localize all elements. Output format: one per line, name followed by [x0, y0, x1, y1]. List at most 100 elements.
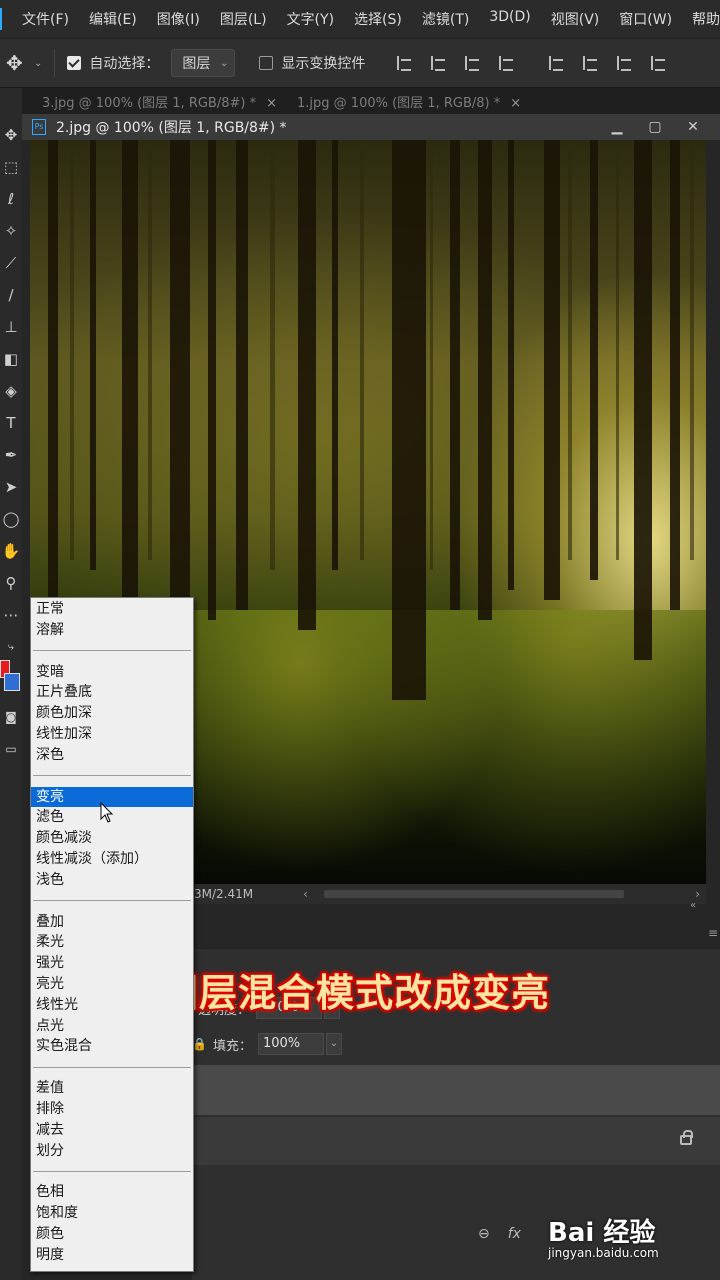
- auto-select-target-dropdown[interactable]: 图层 ⌄: [171, 49, 236, 77]
- align-bottom-icon[interactable]: [615, 54, 635, 72]
- lasso-icon[interactable]: ℓ: [0, 186, 22, 212]
- magic-wand-icon[interactable]: ✧: [0, 218, 22, 244]
- blend-mode-item[interactable]: 变暗: [31, 662, 193, 682]
- photoshop-logo-icon: Ps: [0, 8, 2, 30]
- menu-edit[interactable]: 编辑(E): [89, 9, 137, 29]
- move-icon[interactable]: ✥: [0, 122, 22, 148]
- blend-mode-item[interactable]: 饱和度: [31, 1203, 193, 1223]
- layer-lock-icon: [680, 1130, 693, 1145]
- blend-mode-item[interactable]: 深色: [31, 745, 193, 765]
- eyedropper-icon[interactable]: ⟋: [0, 250, 22, 276]
- blend-mode-item[interactable]: 减去: [31, 1120, 193, 1140]
- tool-preset-chevron-icon[interactable]: ⌄: [34, 58, 42, 69]
- scroll-left-icon[interactable]: ‹: [303, 887, 308, 901]
- align-middle-icon[interactable]: [581, 54, 601, 72]
- horizontal-scrollbar[interactable]: [323, 890, 624, 898]
- show-transform-checkbox[interactable]: [259, 56, 274, 70]
- blend-mode-item[interactable]: 亮光: [31, 974, 193, 994]
- chevron-down-icon[interactable]: ⌄: [325, 1033, 342, 1055]
- menu-view[interactable]: 视图(V): [551, 9, 600, 29]
- minimize-icon[interactable]: ▁: [608, 118, 626, 136]
- panel-collapse-icon[interactable]: «: [690, 900, 696, 911]
- move-tool-icon[interactable]: ✥: [6, 51, 28, 75]
- stamp-icon[interactable]: ⊥: [0, 314, 22, 340]
- blend-mode-item[interactable]: 正常: [31, 599, 193, 619]
- blend-mode-item[interactable]: 实色混合: [31, 1036, 193, 1056]
- layer-row-background[interactable]: [192, 1117, 720, 1165]
- close-icon[interactable]: ×: [266, 96, 277, 111]
- menu-bar: Ps 文件(F) 编辑(E) 图像(I) 图层(L) 文字(Y) 选择(S) 滤…: [0, 0, 720, 38]
- document-title: 2.jpg @ 100% (图层 1, RGB/8#) *: [56, 120, 287, 136]
- menu-type[interactable]: 文字(Y): [287, 9, 334, 29]
- menu-window[interactable]: 窗口(W): [619, 9, 672, 29]
- swap-colors-icon[interactable]: ⤷: [0, 634, 22, 660]
- maximize-icon[interactable]: ▢: [646, 118, 664, 136]
- panel-menu-icon[interactable]: ≡: [708, 926, 718, 940]
- layer-row-selected[interactable]: [192, 1065, 720, 1115]
- menu-image[interactable]: 图像(I): [157, 9, 200, 29]
- blend-mode-item[interactable]: 划分: [31, 1141, 193, 1161]
- brush-icon[interactable]: ∕: [0, 282, 22, 308]
- blend-mode-item[interactable]: 差值: [31, 1078, 193, 1098]
- screen-mode-icon[interactable]: ▭: [0, 736, 22, 762]
- blend-mode-item[interactable]: 明度: [31, 1245, 193, 1265]
- path-select-icon[interactable]: ➤: [0, 474, 22, 500]
- distribute-icon[interactable]: [497, 54, 517, 72]
- zoom-icon[interactable]: ⚲: [0, 570, 22, 596]
- close-icon[interactable]: ✕: [684, 118, 702, 136]
- lock-all-icon[interactable]: 🔒: [192, 1037, 207, 1051]
- hand-icon[interactable]: ✋: [0, 538, 22, 564]
- menu-items: 文件(F) 编辑(E) 图像(I) 图层(L) 文字(Y) 选择(S) 滤镜(T…: [22, 9, 720, 29]
- blend-mode-item[interactable]: 正片叠底: [31, 682, 193, 702]
- shape-icon[interactable]: ◯: [0, 506, 22, 532]
- document-size: 3M/2.41M: [194, 887, 254, 901]
- menu-select[interactable]: 选择(S): [354, 9, 402, 29]
- align-left-icon[interactable]: [395, 54, 415, 72]
- marquee-icon[interactable]: ⬚: [0, 154, 22, 180]
- tab-label: 1.jpg @ 100% (图层 1, RGB/8) *: [297, 95, 501, 111]
- blend-mode-item[interactable]: 线性减淡（添加）: [31, 849, 193, 869]
- bucket-icon[interactable]: ◈: [0, 378, 22, 404]
- blend-mode-item[interactable]: 叠加: [31, 912, 193, 932]
- blend-mode-item[interactable]: 浅色: [31, 870, 193, 890]
- menu-filter[interactable]: 滤镜(T): [422, 9, 469, 29]
- blend-mode-item[interactable]: 排除: [31, 1099, 193, 1119]
- background-color-swatch[interactable]: [4, 673, 20, 691]
- auto-select-checkbox[interactable]: [67, 56, 82, 70]
- document-window-titlebar[interactable]: Ps 2.jpg @ 100% (图层 1, RGB/8#) * ▁ ▢ ✕: [22, 114, 720, 140]
- menu-help[interactable]: 帮助: [692, 9, 720, 29]
- blend-mode-item[interactable]: 颜色: [31, 1224, 193, 1244]
- menu-3d[interactable]: 3D(D): [489, 9, 530, 29]
- type-icon[interactable]: T: [0, 410, 22, 436]
- distribute-vertical-icon[interactable]: [649, 54, 669, 72]
- menu-file[interactable]: 文件(F): [22, 9, 69, 29]
- blend-mode-item[interactable]: 溶解: [31, 620, 193, 640]
- pen-icon[interactable]: ✒: [0, 442, 22, 468]
- align-center-icon[interactable]: [429, 54, 449, 72]
- baidu-logo: Bai 经验: [548, 1218, 656, 1248]
- blend-mode-item[interactable]: 色相: [31, 1182, 193, 1202]
- fill-input[interactable]: 100%: [257, 1033, 324, 1055]
- fx-icon[interactable]: fx: [508, 1226, 521, 1242]
- tab-1jpg[interactable]: 1.jpg @ 100% (图层 1, RGB/8) * ×: [297, 92, 521, 111]
- blend-mode-item[interactable]: 强光: [31, 953, 193, 973]
- blend-mode-item[interactable]: 点光: [31, 1016, 193, 1036]
- fill-row: 🔒 填充： 100% ⌄: [192, 1033, 342, 1055]
- fill-label: 填充：: [212, 1038, 252, 1054]
- link-layers-icon[interactable]: ⊖: [478, 1226, 490, 1242]
- blend-mode-item[interactable]: 线性加深: [31, 724, 193, 744]
- blend-mode-item[interactable]: 柔光: [31, 932, 193, 952]
- options-bar: ✥ ⌄ 自动选择： 图层 ⌄ 显示变换控件: [0, 38, 720, 88]
- align-top-icon[interactable]: [547, 54, 567, 72]
- blend-mode-item[interactable]: 颜色加深: [31, 703, 193, 723]
- scroll-right-icon[interactable]: ›: [695, 887, 700, 901]
- close-icon[interactable]: ×: [510, 96, 521, 111]
- eraser-icon[interactable]: ◧: [0, 346, 22, 372]
- blend-mode-item[interactable]: 颜色减淡: [31, 828, 193, 848]
- align-right-icon[interactable]: [463, 54, 483, 72]
- blend-mode-item[interactable]: 线性光: [31, 995, 193, 1015]
- tab-3jpg[interactable]: 3.jpg @ 100% (图层 1, RGB/8#) * ×: [42, 92, 277, 111]
- menu-layer[interactable]: 图层(L): [220, 9, 267, 29]
- more-icon[interactable]: ⋯: [0, 602, 22, 628]
- quick-mask-icon[interactable]: ◙: [0, 704, 22, 730]
